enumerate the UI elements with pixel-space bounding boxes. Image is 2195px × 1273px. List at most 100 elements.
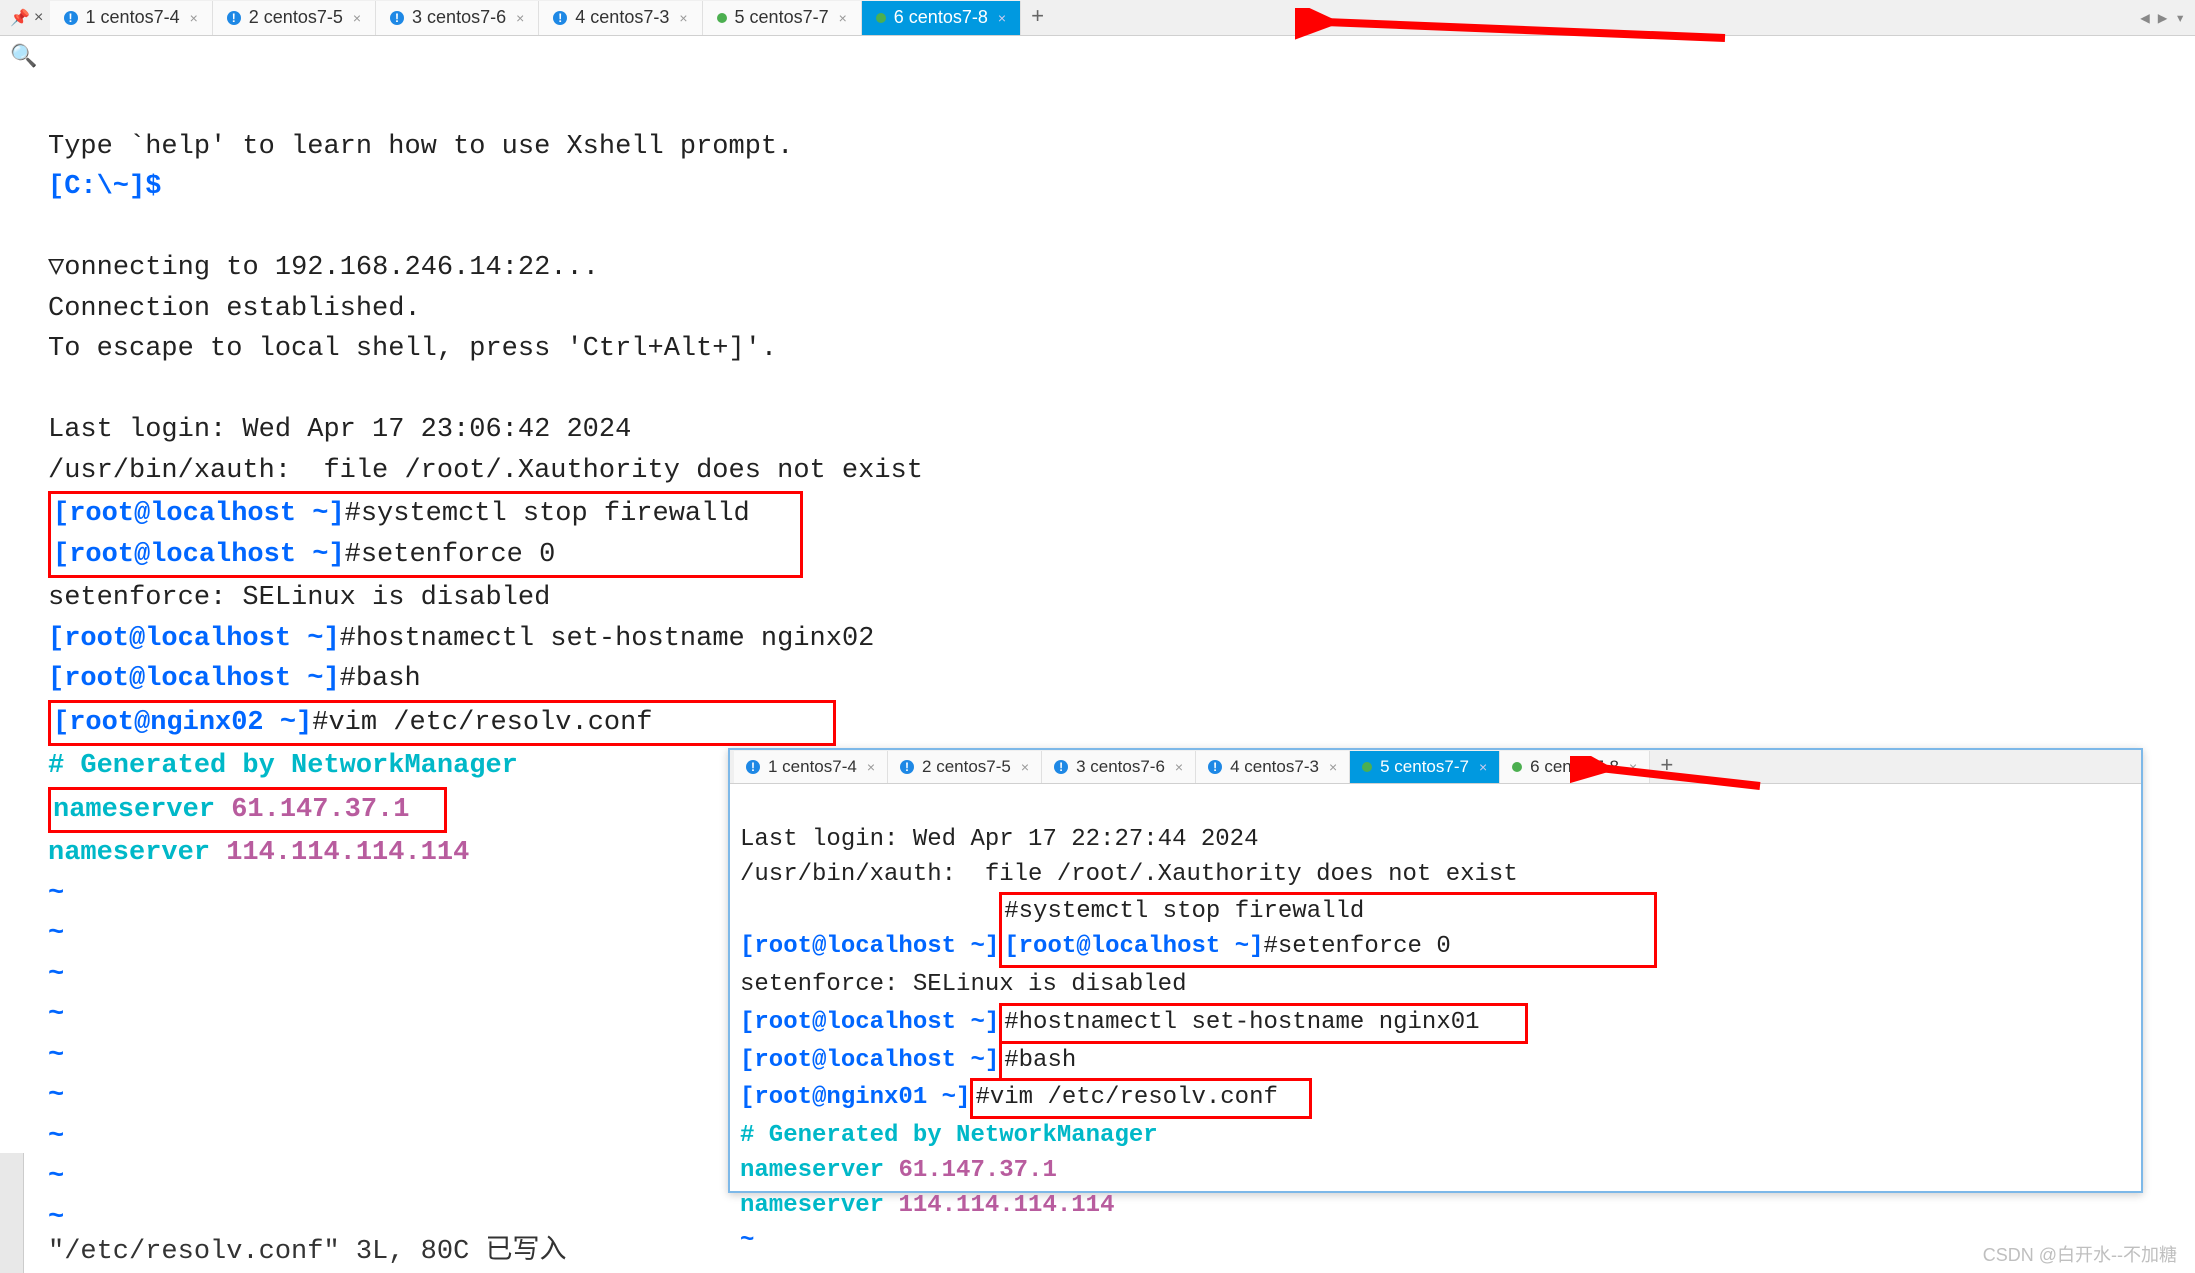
nav-right-icon[interactable]: ▶	[2158, 8, 2168, 28]
tab-centos7-4[interactable]: ! 1 centos7-4 ×	[50, 1, 213, 35]
vim-tilde: ~	[48, 879, 64, 909]
cmd-vim: #vim /etc/resolv.conf	[975, 1084, 1277, 1111]
cmd-firewall: #systemctl stop firewalld	[1004, 898, 1364, 925]
last-login-text: Last login: Wed Apr 17 22:27:44 2024	[740, 826, 1258, 853]
tab-label: 4 centos7-3	[575, 7, 669, 28]
highlight-box-bash: #bash	[999, 1044, 1078, 1079]
root-prompt: [root@localhost ~]	[48, 624, 340, 654]
cmd-setenforce: #setenforce 0	[345, 540, 556, 570]
search-icon[interactable]: 🔍	[10, 44, 37, 70]
vim-tilde: ~	[48, 919, 64, 949]
close-icon[interactable]: ×	[1479, 759, 1487, 775]
tab-centos7-8[interactable]: 6 centos7-8 ×	[862, 1, 1021, 35]
tab-centos7-6[interactable]: ! 3 centos7-6 ×	[1042, 751, 1196, 783]
info-icon: !	[900, 760, 914, 774]
cmd-bash: #bash	[340, 664, 421, 694]
close-icon[interactable]: ×	[839, 10, 847, 26]
tab-centos7-7[interactable]: 5 centos7-7 ×	[1350, 751, 1500, 783]
escape-text: To escape to local shell, press 'Ctrl+Al…	[48, 334, 777, 364]
tab-centos7-5[interactable]: ! 2 centos7-5 ×	[213, 1, 376, 35]
vim-comment: # Generated by NetworkManager	[740, 1122, 1158, 1149]
tab-centos7-3[interactable]: ! 4 centos7-3 ×	[1196, 751, 1350, 783]
root-prompt: [root@localhost ~]	[53, 499, 345, 529]
vim-comment: # Generated by NetworkManager	[48, 751, 518, 781]
vim-tilde: ~	[48, 1122, 64, 1152]
connected-icon	[876, 13, 886, 23]
cmd-hostname: #hostnamectl set-hostname nginx01	[1004, 1009, 1479, 1036]
close-icon[interactable]: ×	[1175, 759, 1183, 775]
tab-label: 5 centos7-7	[735, 7, 829, 28]
tab-centos7-6[interactable]: ! 3 centos7-6 ×	[376, 1, 539, 35]
last-login-text: Last login: Wed Apr 17 23:06:42 2024	[48, 415, 631, 445]
setenforce-output: setenforce: SELinux is disabled	[48, 583, 550, 613]
sidebar-handle[interactable]	[0, 1153, 24, 1273]
ns-label: nameserver	[48, 838, 226, 868]
ns2-value: 114.114.114.114	[898, 1192, 1114, 1219]
tab-label: 6 centos7-8	[1530, 757, 1619, 777]
vim-status-line: "/etc/resolv.conf" 3L, 80C 已写入	[48, 1227, 566, 1267]
root-prompt: [root@localhost ~]	[1004, 933, 1263, 960]
vim-tilde: ~	[48, 1000, 64, 1030]
root-prompt: [root@localhost ~]	[740, 1009, 999, 1036]
add-tab-button[interactable]: +	[1650, 754, 1683, 779]
xauth-text: /usr/bin/xauth: file /root/.Xauthority d…	[740, 861, 1518, 888]
tab-label: 3 centos7-6	[1076, 757, 1165, 777]
close-icon[interactable]: ×	[1629, 759, 1637, 775]
close-pin-icon[interactable]: ×	[34, 9, 44, 27]
root-prompt: [root@localhost ~]	[740, 1047, 999, 1074]
tab-centos7-5[interactable]: ! 2 centos7-5 ×	[888, 751, 1042, 783]
vim-tilde: ~	[48, 1162, 64, 1192]
tab-centos7-3[interactable]: ! 4 centos7-3 ×	[539, 1, 702, 35]
root-prompt: [root@localhost ~]	[48, 664, 340, 694]
nginx01-prompt: [root@nginx01 ~]	[740, 1084, 970, 1111]
tab-centos7-7[interactable]: 5 centos7-7 ×	[703, 1, 862, 35]
pin-area: 📌 ×	[4, 8, 50, 28]
ns-label: nameserver	[740, 1192, 898, 1219]
main-tab-bar: 📌 × ! 1 centos7-4 × ! 2 centos7-5 × ! 3 …	[0, 0, 2195, 36]
nav-dropdown-icon[interactable]: ▾	[2175, 8, 2185, 28]
vim-tilde: ~	[740, 1227, 754, 1254]
info-icon: !	[390, 11, 404, 25]
connecting-text: ▽onnecting to 192.168.246.14:22...	[48, 253, 599, 283]
tab-label: 1 centos7-4	[86, 7, 180, 28]
local-prompt: [C:\~]$	[48, 172, 161, 202]
root-prompt: [root@localhost ~]	[740, 933, 999, 960]
connected-icon	[1362, 762, 1372, 772]
pin-icon[interactable]: 📌	[10, 8, 30, 28]
overlay-tab-bar: ! 1 centos7-4 × ! 2 centos7-5 × ! 3 cent…	[730, 750, 2141, 784]
close-icon[interactable]: ×	[679, 10, 687, 26]
highlight-box-vim: [root@nginx02 ~]#vim /etc/resolv.conf	[48, 700, 836, 747]
nav-left-icon[interactable]: ◀	[2140, 8, 2150, 28]
overlay-window: ! 1 centos7-4 × ! 2 centos7-5 × ! 3 cent…	[728, 748, 2143, 1193]
info-icon: !	[227, 11, 241, 25]
setenforce-output: setenforce: SELinux is disabled	[740, 971, 1186, 998]
info-icon: !	[553, 11, 567, 25]
ns-label: nameserver	[740, 1157, 898, 1184]
close-icon[interactable]: ×	[353, 10, 361, 26]
help-text: Type `help' to learn how to use Xshell p…	[48, 132, 793, 162]
cmd-hostname: #hostnamectl set-hostname nginx02	[340, 624, 875, 654]
add-tab-button[interactable]: +	[1021, 5, 1054, 30]
close-icon[interactable]: ×	[867, 759, 875, 775]
tab-centos7-4[interactable]: ! 1 centos7-4 ×	[734, 751, 888, 783]
tab-label: 2 centos7-5	[249, 7, 343, 28]
close-icon[interactable]: ×	[1021, 759, 1029, 775]
info-icon: !	[746, 760, 760, 774]
close-icon[interactable]: ×	[1329, 759, 1337, 775]
highlight-box-ns1: nameserver 61.147.37.1	[48, 787, 447, 834]
overlay-terminal[interactable]: Last login: Wed Apr 17 22:27:44 2024 /us…	[730, 784, 2141, 1262]
vim-tilde: ~	[48, 1041, 64, 1071]
ns2-value: 114.114.114.114	[226, 838, 469, 868]
close-icon[interactable]: ×	[190, 10, 198, 26]
highlight-box-firewall: #systemctl stop firewalld [root@localhos…	[999, 892, 1657, 968]
info-icon: !	[1054, 760, 1068, 774]
close-icon[interactable]: ×	[998, 10, 1006, 26]
tab-label: 5 centos7-7	[1380, 757, 1469, 777]
close-icon[interactable]: ×	[516, 10, 524, 26]
connection-text: Connection established.	[48, 294, 421, 324]
highlight-box-vim: #vim /etc/resolv.conf	[970, 1078, 1311, 1119]
tab-label: 3 centos7-6	[412, 7, 506, 28]
cmd-firewall: #systemctl stop firewalld	[345, 499, 750, 529]
vim-tilde: ~	[48, 960, 64, 990]
tab-centos7-8[interactable]: 6 centos7-8 ×	[1500, 751, 1650, 783]
